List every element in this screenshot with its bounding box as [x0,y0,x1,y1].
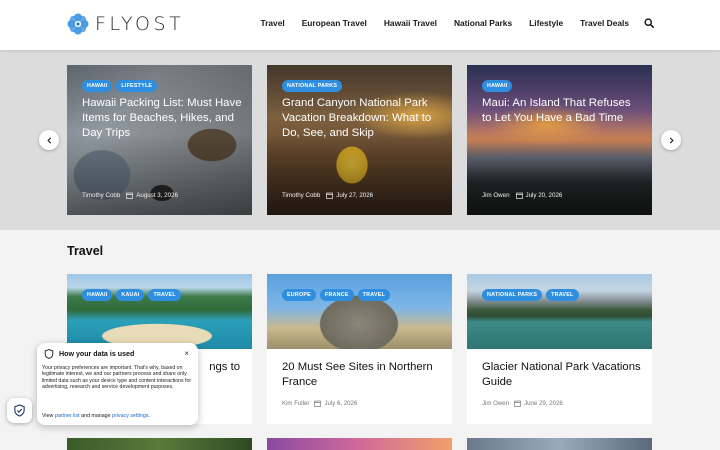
tag-badge[interactable]: HAWAII [482,80,513,92]
flower-logo-icon [67,13,89,35]
tag-badge[interactable]: FRANCE [319,289,354,301]
site-header: FLYOST Travel European Travel Hawaii Tra… [0,0,720,50]
slide-tags: NATIONAL PARKS [282,80,346,92]
tag-badge[interactable]: LIFESTYLE [116,80,158,92]
post-card-image[interactable] [467,438,652,450]
main-nav: Travel European Travel Hawaii Travel Nat… [243,18,654,28]
close-icon[interactable]: × [184,349,189,358]
author-name[interactable]: Jim Owen [482,192,510,199]
card-tags: EUROPE FRANCE TRAVEL [282,289,394,301]
calendar-icon [126,192,134,199]
site-logo[interactable]: FLYOST [67,13,184,35]
post-card[interactable]: NATIONAL PARKS TRAVEL Glacier National P… [467,274,652,424]
featured-slider: HAWAII LIFESTYLE Hawaii Packing List: Mu… [0,50,720,230]
tag-badge[interactable]: TRAVEL [148,289,181,301]
post-card-image[interactable] [67,438,252,450]
calendar-icon [515,192,523,199]
slide-meta: Jim Owen July 20, 2026 [482,192,562,199]
tag-badge[interactable]: NATIONAL PARKS [482,289,543,301]
slide-tags: HAWAII LIFESTYLE [82,80,161,92]
post-card[interactable]: EUROPE FRANCE TRAVEL 20 Must See Sites i… [267,274,452,424]
author-name[interactable]: Jim Owen [482,400,509,407]
privacy-settings-link[interactable]: privacy settings [112,413,149,419]
tag-badge[interactable]: EUROPE [282,289,316,301]
tag-badge[interactable]: HAWAII [82,289,113,301]
nav-item-travel-deals[interactable]: Travel Deals [580,18,629,28]
nav-item-national-parks[interactable]: National Parks [454,18,512,28]
card-meta: Kim Fuller July 6, 2026 [282,400,357,407]
privacy-links-prefix: View [42,413,54,419]
tag-badge[interactable]: NATIONAL PARKS [282,80,343,92]
card-meta: Jim Owen June 29, 2026 [482,400,563,407]
shield-icon [44,349,54,359]
card-image-kauai: HAWAII KAUAI TRAVEL [67,274,252,349]
calendar-icon [514,400,521,407]
tag-badge[interactable]: HAWAII [82,80,113,92]
nav-item-hawaii-travel[interactable]: Hawaii Travel [384,18,437,28]
nav-item-european-travel[interactable]: European Travel [302,18,367,28]
card-tags: HAWAII KAUAI TRAVEL [82,289,185,301]
featured-slide[interactable]: NATIONAL PARKS Grand Canyon National Par… [267,65,452,215]
tag-badge[interactable]: TRAVEL [357,289,391,301]
card-image-glacier: NATIONAL PARKS TRAVEL [467,274,652,349]
author-name[interactable]: Timothy Cobb [282,192,320,199]
featured-slide[interactable]: HAWAII Maui: An Island That Refuses to L… [467,65,652,215]
search-icon[interactable] [644,18,654,28]
nav-item-travel[interactable]: Travel [260,18,284,28]
post-date: August 3, 2026 [136,192,178,199]
slide-title[interactable]: Grand Canyon National Park Vacation Brea… [282,96,442,141]
chevron-right-icon [669,136,674,144]
card-title[interactable]: 20 Must See Sites in Northern France [282,360,442,390]
calendar-icon [326,192,334,199]
privacy-settings-button[interactable] [7,398,32,423]
privacy-links-middle: and manage [81,413,111,419]
author-name[interactable]: Timothy Cobb [82,192,120,199]
slide-tags: HAWAII [482,80,516,92]
post-date: June 29, 2026 [524,400,563,407]
privacy-links: View partner list and manage privacy set… [42,413,150,419]
shield-check-icon [14,404,25,417]
post-date: July 6, 2026 [324,400,358,407]
card-title[interactable]: Glacier National Park Vacations Guide [482,360,642,390]
tag-badge[interactable]: KAUAI [116,289,145,301]
tag-badge[interactable]: TRAVEL [546,289,579,301]
section-title: Travel [67,244,104,258]
featured-slide[interactable]: HAWAII LIFESTYLE Hawaii Packing List: Mu… [67,65,252,215]
slide-title[interactable]: Hawaii Packing List: Must Have Items for… [82,96,242,141]
slide-meta: Timothy Cobb July 27, 2026 [282,192,373,199]
privacy-header: How your data is used [44,349,134,359]
post-date: July 20, 2026 [525,192,563,199]
privacy-title: How your data is used [59,350,135,358]
privacy-popup: How your data is used × Your privacy pre… [37,343,198,425]
slide-meta: Timothy Cobb August 3, 2026 [82,192,178,199]
nav-item-lifestyle[interactable]: Lifestyle [529,18,563,28]
privacy-text: Your privacy preferences are important. … [42,365,192,390]
calendar-icon [314,400,322,407]
privacy-links-suffix: . [148,413,151,419]
slide-title[interactable]: Maui: An Island That Refuses to Let You … [482,96,642,126]
site-name: FLYOST [95,13,185,35]
card-tags: NATIONAL PARKS TRAVEL [482,289,583,301]
slider-prev-button[interactable] [39,130,59,150]
author-name[interactable]: Kim Fuller [282,400,309,407]
slider-next-button[interactable] [661,130,681,150]
partner-list-link[interactable]: partner list [55,413,80,419]
post-date: July 27, 2026 [336,192,374,199]
card-image-mont-saint-michel: EUROPE FRANCE TRAVEL [267,274,452,349]
post-card-image[interactable] [267,438,452,450]
chevron-left-icon [46,136,51,144]
